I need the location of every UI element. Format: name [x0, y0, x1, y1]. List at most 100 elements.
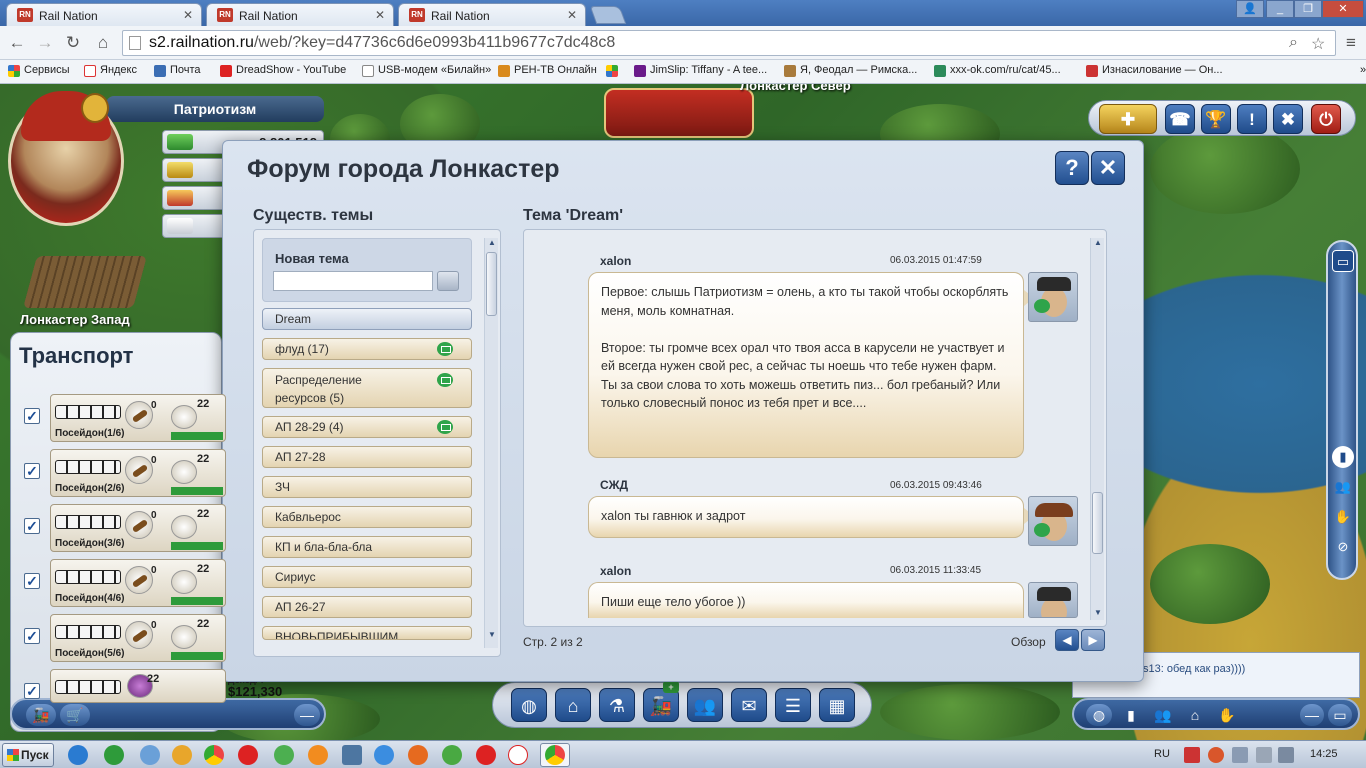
bookmark-star-icon[interactable]: ☆	[1311, 34, 1325, 54]
bookmark-ren-tv[interactable]: РЕН-ТВ Онлайн	[498, 64, 597, 77]
train-row[interactable]: ✓ Посейдон(3/6) 0 22	[14, 504, 226, 554]
bookmark-jimslip[interactable]: JimSlip: Tiffany - A tee...	[634, 64, 767, 77]
minimize-button[interactable]: _	[1266, 0, 1294, 18]
warehouse-building[interactable]	[23, 256, 147, 308]
train-row[interactable]: ✓ 22	[14, 669, 226, 719]
browser-tab-1[interactable]: RN Rail Nation ✕	[6, 3, 202, 26]
forum-topic-item[interactable]: ВНОВЬПРИБЫВШИМ	[262, 626, 472, 640]
menu-icon[interactable]: ≡	[1340, 32, 1362, 54]
topics-scrollbar[interactable]: ▲ ▼	[484, 238, 498, 648]
message-envelope-icon[interactable]	[1034, 523, 1050, 537]
thread-scrollbar[interactable]: ▲ ▼	[1090, 238, 1104, 620]
close-tab-icon[interactable]: ✕	[375, 8, 385, 22]
close-tab-icon[interactable]: ✕	[183, 8, 193, 22]
train-checkbox[interactable]: ✓	[24, 463, 40, 479]
browser-tab-3[interactable]: RN Rail Nation ✕	[398, 3, 586, 26]
post-author[interactable]: xalon	[600, 564, 631, 578]
window-icon[interactable]: ▭	[1332, 250, 1354, 272]
forum-topic-item[interactable]: АП 28-29 (4)	[262, 416, 472, 438]
train-icon[interactable]: 🚂	[643, 688, 679, 722]
gold-shop-button[interactable]: ✚	[1099, 104, 1157, 134]
calculator-icon[interactable]: ▦	[819, 688, 855, 722]
close-tab-icon[interactable]: ✕	[567, 8, 577, 22]
building-icon[interactable]: ▮	[1118, 704, 1144, 726]
scroll-down-arrow-icon[interactable]: ▼	[485, 630, 499, 640]
game-map[interactable]: Лонкастер Север Лонкастер Запад Патриоти…	[0, 84, 1366, 740]
vk-icon[interactable]	[342, 745, 362, 765]
bookmark-xxx-ok[interactable]: xxx-ok.com/ru/cat/45...	[934, 64, 1061, 77]
ie-icon[interactable]	[68, 745, 88, 765]
restore-button[interactable]: ❐	[1294, 0, 1322, 18]
scroll-down-arrow-icon[interactable]: ▼	[1091, 608, 1105, 618]
bookmarks-overflow-icon[interactable]: »	[1344, 64, 1366, 76]
logout-power-icon[interactable]: ⏻	[1311, 104, 1341, 134]
forum-topic-item[interactable]: Кабвльерос	[262, 506, 472, 528]
player-avatar[interactable]	[8, 91, 124, 226]
player-name[interactable]: Патриотизм	[106, 96, 324, 122]
city-label-north[interactable]: Лонкастер Север	[740, 84, 851, 93]
train-checkbox[interactable]: ✓	[24, 408, 40, 424]
yandex-icon[interactable]	[476, 745, 496, 765]
bookmark-feodal[interactable]: Я, Феодал — Римска...	[784, 64, 917, 77]
messages-envelope-icon[interactable]: ✉	[731, 688, 767, 722]
research-microscope-icon[interactable]: ⚗	[599, 688, 635, 722]
scroll-up-arrow-icon[interactable]: ▲	[1091, 238, 1105, 248]
user-icon[interactable]: 👤	[1236, 0, 1264, 18]
ranking-list-icon[interactable]: ☰	[775, 688, 811, 722]
train-checkbox[interactable]: ✓	[24, 628, 40, 644]
train-checkbox[interactable]: ✓	[24, 518, 40, 534]
train-row[interactable]: ✓ Посейдон(4/6) 0 22	[14, 559, 226, 609]
globe-icon[interactable]: ◍	[511, 688, 547, 722]
new-topic-input[interactable]	[273, 271, 433, 291]
speaker-app-icon[interactable]	[374, 745, 394, 765]
no-icon[interactable]: ⊘	[1332, 536, 1354, 558]
post-author[interactable]: СЖД	[600, 478, 628, 492]
train-card[interactable]: 22	[50, 669, 226, 703]
maximize-chat-icon[interactable]: ▭	[1328, 704, 1352, 726]
scroll-up-arrow-icon[interactable]: ▲	[485, 238, 499, 248]
close-window-button[interactable]: ✕	[1322, 0, 1364, 18]
keyboard-language[interactable]: RU	[1154, 748, 1170, 760]
reload-icon[interactable]: ↻	[62, 32, 84, 54]
chrome-icon[interactable]	[545, 745, 565, 765]
android-icon[interactable]	[274, 745, 294, 765]
train-card[interactable]: Посейдон(4/6) 0 22	[50, 559, 226, 607]
association-people-icon[interactable]: 👥	[687, 688, 723, 722]
handshake-icon[interactable]: ✋	[1214, 704, 1240, 726]
tray-icon[interactable]	[1232, 747, 1248, 763]
prev-page-button[interactable]: ◀	[1055, 629, 1079, 651]
collapse-icon[interactable]: —	[294, 704, 320, 726]
message-envelope-icon[interactable]	[1034, 299, 1050, 313]
bookmark-yandex[interactable]: Яндекс	[84, 64, 137, 77]
forum-topic-item[interactable]: Сириус	[262, 566, 472, 588]
next-page-button[interactable]: ▶	[1081, 629, 1105, 651]
utorrent-icon[interactable]	[442, 745, 462, 765]
new-tab-button[interactable]	[589, 6, 627, 24]
forum-topic-item[interactable]: ЗЧ	[262, 476, 472, 498]
start-button[interactable]: Пуск	[2, 743, 54, 767]
building-icon[interactable]: ▮	[1332, 446, 1354, 468]
media-player-icon[interactable]	[172, 745, 192, 765]
forum-topic-item[interactable]: КП и бла-бла-бла	[262, 536, 472, 558]
depot-icon[interactable]: ⌂	[555, 688, 591, 722]
opera-icon[interactable]	[238, 745, 258, 765]
tools-icon[interactable]: ✖	[1273, 104, 1303, 134]
tray-icon[interactable]	[1184, 747, 1200, 763]
odnoklassniki-icon[interactable]	[308, 745, 328, 765]
train-card[interactable]: Посейдон(2/6) 0 22	[50, 449, 226, 497]
back-arrow-icon[interactable]: ←	[6, 32, 28, 54]
forward-arrow-icon[interactable]: →	[34, 32, 56, 54]
post-author[interactable]: xalon	[600, 254, 631, 268]
tray-icon[interactable]	[1208, 747, 1224, 763]
user-avatar[interactable]	[1028, 272, 1078, 322]
create-topic-button[interactable]	[437, 271, 459, 291]
train-card[interactable]: Посейдон(3/6) 0 22	[50, 504, 226, 552]
skype-icon[interactable]	[104, 745, 124, 765]
train-card[interactable]: Посейдон(5/6) 0 22	[50, 614, 226, 662]
city-label-west[interactable]: Лонкастер Запад	[20, 312, 130, 327]
bookmark-mail[interactable]: Почта	[154, 64, 201, 77]
station-building[interactable]	[604, 88, 754, 138]
forum-topic-item[interactable]: АП 27-28	[262, 446, 472, 468]
support-icon[interactable]: ☎	[1165, 104, 1195, 134]
train-row[interactable]: ✓ Посейдон(2/6) 0 22	[14, 449, 226, 499]
